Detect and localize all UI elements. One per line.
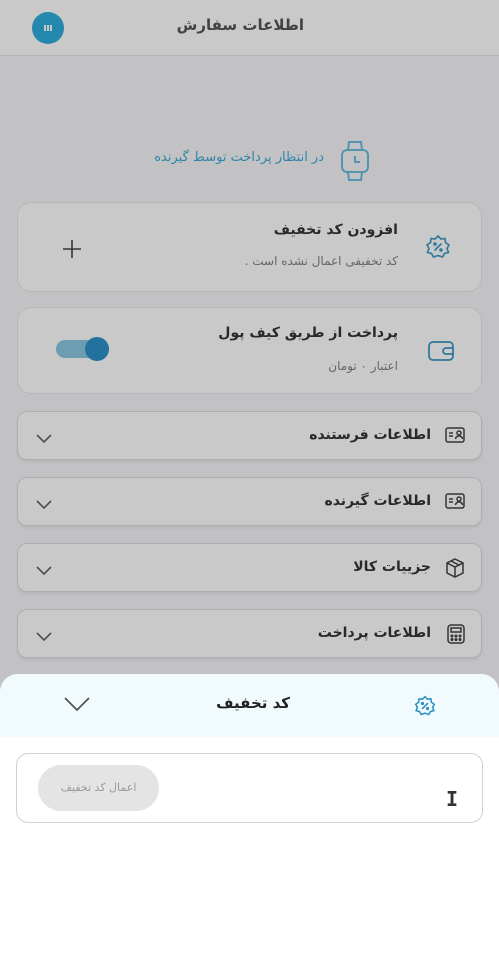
- discount-badge-icon: [414, 695, 436, 721]
- sheet-header: کد تخفیف: [0, 674, 499, 737]
- chevron-down-icon[interactable]: [64, 697, 90, 716]
- text-cursor-icon: I: [446, 787, 459, 811]
- apply-discount-button[interactable]: اعمال کد تخفیف: [38, 765, 159, 811]
- sheet-title: کد تخفیف: [216, 694, 290, 712]
- discount-code-input[interactable]: اعمال کد تخفیف I: [16, 753, 483, 823]
- discount-code-sheet: کد تخفیف اعمال کد تخفیف I: [0, 674, 499, 963]
